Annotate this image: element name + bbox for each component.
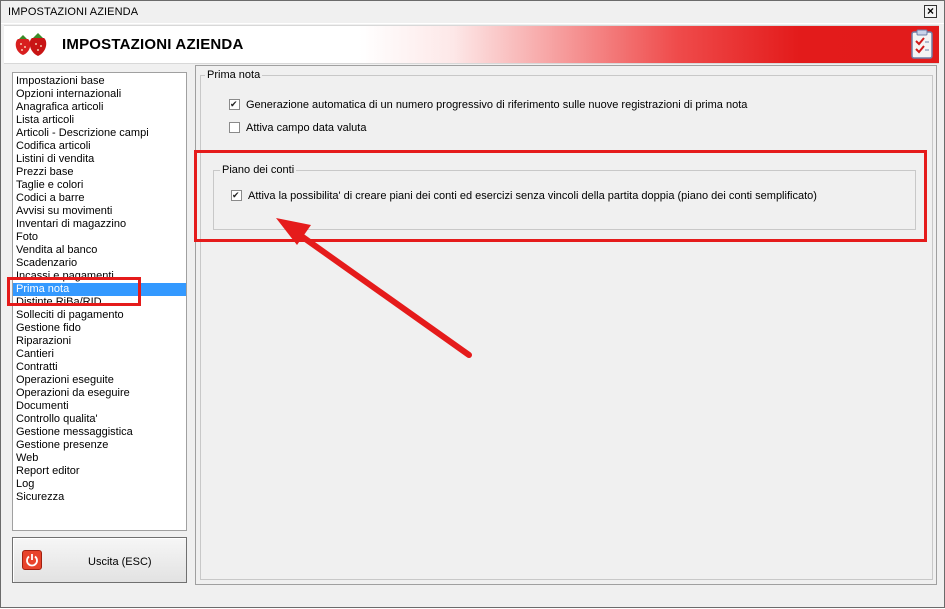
category-item[interactable]: Riparazioni (13, 335, 186, 348)
category-item[interactable]: Foto (13, 231, 186, 244)
exit-button-label: Uscita (ESC) (88, 556, 152, 568)
power-icon (22, 550, 42, 570)
category-item[interactable]: Lista articoli (13, 114, 186, 127)
category-item[interactable]: Anagrafica articoli (13, 101, 186, 114)
category-item[interactable]: Vendita al banco (13, 244, 186, 257)
category-item[interactable]: Inventari di magazzino (13, 218, 186, 231)
auto-progressive-number-option[interactable]: Generazione automatica di un numero prog… (229, 99, 747, 113)
category-item[interactable]: Avvisi su movimenti (13, 205, 186, 218)
category-item[interactable]: Solleciti di pagamento (13, 309, 186, 322)
category-item[interactable]: Sicurezza (13, 491, 186, 504)
category-item[interactable]: Prezzi base (13, 166, 186, 179)
category-item[interactable]: Codifica articoli (13, 140, 186, 153)
close-button[interactable]: × (924, 5, 937, 18)
category-item[interactable]: Contratti (13, 361, 186, 374)
category-item[interactable]: Gestione presenze (13, 439, 186, 452)
category-item[interactable]: Gestione fido (13, 322, 186, 335)
category-item[interactable]: Operazioni da eseguire (13, 387, 186, 400)
value-date-field-checkbox[interactable] (229, 122, 240, 133)
auto-progressive-number-label: Generazione automatica di un numero prog… (246, 99, 748, 111)
auto-progressive-number-checkbox[interactable] (229, 99, 240, 110)
category-item[interactable]: Operazioni eseguite (13, 374, 186, 387)
category-item[interactable]: Gestione messaggistica (13, 426, 186, 439)
title-bar: IMPOSTAZIONI AZIENDA × (1, 1, 944, 24)
exit-button[interactable]: Uscita (ESC) (12, 537, 187, 583)
category-item[interactable]: Codici a barre (13, 192, 186, 205)
checklist-icon (911, 29, 933, 59)
value-date-field-option[interactable]: Attiva campo data valuta (229, 122, 366, 136)
prima-nota-group-legend: Prima nota (205, 69, 263, 81)
annotation-highlight-box (194, 150, 927, 242)
annotation-selected-item-box (7, 277, 141, 306)
header-banner: IMPOSTAZIONI AZIENDA (4, 25, 939, 64)
category-item[interactable]: Web (13, 452, 186, 465)
category-item[interactable]: Opzioni internazionali (13, 88, 186, 101)
category-item[interactable]: Scadenzario (13, 257, 186, 270)
category-item[interactable]: Taglie e colori (13, 179, 186, 192)
settings-window: IMPOSTAZIONI AZIENDA × IMPOSTAZIONI AZIE… (0, 0, 945, 608)
strawberry-icon (15, 33, 47, 56)
category-item[interactable]: Cantieri (13, 348, 186, 361)
settings-content-panel: Prima nota Generazione automatica di un … (195, 65, 937, 585)
category-item[interactable]: Articoli - Descrizione campi (13, 127, 186, 140)
category-item[interactable]: Impostazioni base (13, 75, 186, 88)
category-item[interactable]: Documenti (13, 400, 186, 413)
category-item[interactable]: Report editor (13, 465, 186, 478)
category-item[interactable]: Listini di vendita (13, 153, 186, 166)
category-item[interactable]: Log (13, 478, 186, 491)
window-title: IMPOSTAZIONI AZIENDA (8, 6, 139, 18)
close-icon: × (926, 4, 934, 18)
category-item[interactable]: Controllo qualita' (13, 413, 186, 426)
banner-title: IMPOSTAZIONI AZIENDA (62, 36, 244, 53)
value-date-field-label: Attiva campo data valuta (246, 122, 367, 134)
